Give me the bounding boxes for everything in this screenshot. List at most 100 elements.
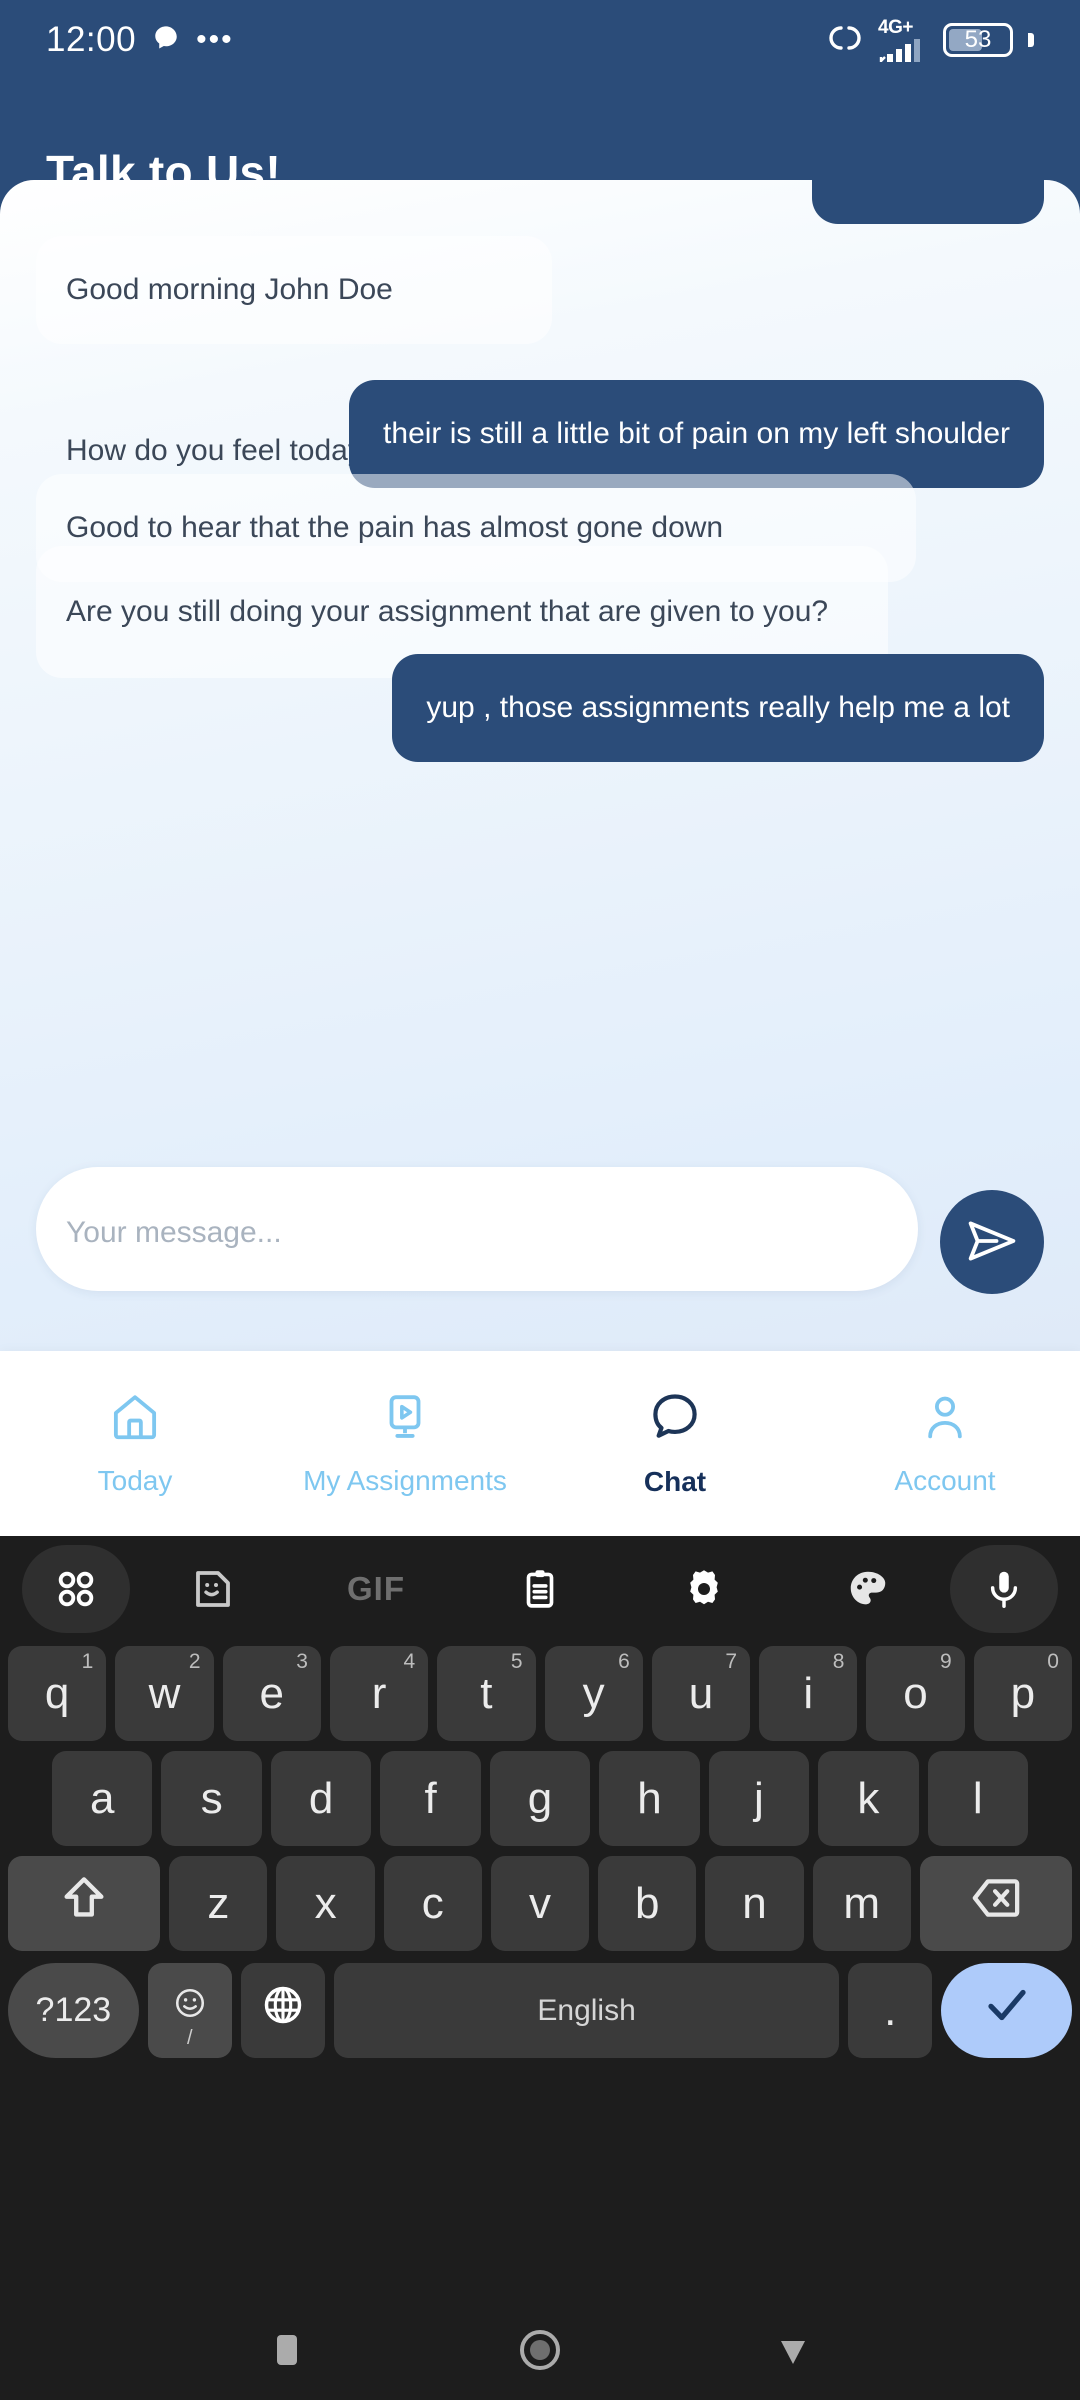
nav-item-chat[interactable]: Chat — [540, 1389, 810, 1498]
sticker-icon[interactable] — [130, 1545, 294, 1633]
key-m[interactable]: m — [812, 1856, 911, 1951]
key-label: q — [44, 1668, 70, 1718]
key-hint: 1 — [81, 1650, 94, 1673]
key-hint: 0 — [1047, 1650, 1059, 1673]
send-button[interactable] — [940, 1190, 1044, 1294]
chat-bubble-outgoing[interactable]: their is still a little bit of pain on m… — [349, 380, 1044, 488]
key-f[interactable]: f — [380, 1751, 481, 1846]
back-button[interactable] — [748, 2307, 838, 2397]
key-i[interactable]: 8i — [759, 1646, 858, 1741]
nav-item-my-assignments[interactable]: My Assignments — [270, 1390, 540, 1497]
key-hint: 4 — [403, 1650, 416, 1673]
key-label: w — [148, 1668, 181, 1718]
key-g[interactable]: g — [489, 1751, 591, 1846]
palette-icon[interactable] — [786, 1545, 950, 1633]
key-n[interactable]: n — [705, 1856, 804, 1951]
key-l[interactable]: l — [927, 1751, 1028, 1846]
key-b[interactable]: b — [598, 1856, 697, 1951]
backspace-icon — [969, 1871, 1023, 1936]
nav-item-account[interactable]: Account — [810, 1390, 1080, 1497]
enter-key[interactable] — [941, 1963, 1072, 2058]
key-j[interactable]: j — [708, 1751, 810, 1846]
shift-key[interactable] — [8, 1856, 161, 1951]
person-icon — [918, 1390, 972, 1449]
checkmark-icon — [981, 1979, 1033, 2042]
key-k[interactable]: k — [818, 1751, 919, 1846]
chat-bubble-icon — [152, 24, 180, 57]
message-input[interactable] — [36, 1167, 918, 1291]
nav-label-today: Today — [97, 1465, 173, 1496]
android-navigation-bar — [0, 2304, 1080, 2400]
chat-bubble-incoming[interactable]: Good morning John Doe — [36, 236, 552, 344]
key-z[interactable]: z — [169, 1856, 268, 1951]
status-clock: 12:00 — [46, 20, 137, 59]
status-bar-right: 4G+ 53 — [825, 18, 1034, 63]
send-paper-plane-icon — [965, 1214, 1019, 1271]
emoji-smiley-icon — [173, 1981, 207, 2031]
key-d[interactable]: d — [270, 1751, 372, 1846]
globe-icon — [261, 1983, 305, 2038]
period-key[interactable]: . — [848, 1963, 933, 2058]
nav-label-account: Account — [894, 1465, 996, 1496]
key-hint: 6 — [618, 1650, 630, 1673]
symbols-key[interactable]: ?123 — [8, 1963, 139, 2058]
key-h[interactable]: h — [599, 1751, 700, 1846]
battery-indicator: 53 — [943, 23, 1013, 57]
key-s[interactable]: s — [161, 1751, 262, 1846]
chat-bubble-clipped[interactable] — [812, 180, 1044, 224]
on-screen-keyboard: GIF 1 q 2 w 3 e 4 r 5 t 6 y 7 u 8 i 9 o … — [0, 1536, 1080, 2304]
home-button[interactable] — [495, 2307, 585, 2397]
gear-icon[interactable] — [622, 1545, 786, 1633]
key-label: p — [1010, 1668, 1036, 1718]
key-x[interactable]: x — [276, 1856, 375, 1951]
keyboard-row-2: a s d f g h j k l — [0, 1751, 1080, 1846]
gif-icon[interactable]: GIF — [294, 1545, 458, 1633]
key-q[interactable]: 1q — [8, 1646, 107, 1741]
keyboard-row-4: ?123 / English . — [0, 1963, 1080, 2058]
key-hint: 7 — [725, 1650, 738, 1673]
clipboard-icon[interactable] — [458, 1545, 622, 1633]
key-label: e — [259, 1668, 284, 1718]
circle-home-icon — [515, 2325, 565, 2380]
video-monitor-icon — [378, 1390, 432, 1449]
key-u[interactable]: 7u — [651, 1646, 751, 1741]
microphone-icon[interactable] — [950, 1544, 1058, 1633]
key-hint: 3 — [296, 1650, 308, 1673]
key-o[interactable]: 9o — [866, 1646, 965, 1741]
language-key[interactable] — [240, 1963, 326, 2058]
backspace-key[interactable] — [919, 1856, 1072, 1951]
gif-label: GIF — [347, 1569, 405, 1607]
shift-up-arrow-icon — [58, 1872, 110, 1935]
key-label: r — [371, 1668, 387, 1718]
apps-grid-icon[interactable] — [22, 1544, 130, 1633]
recents-button[interactable] — [242, 2307, 332, 2397]
key-w[interactable]: 2w — [115, 1646, 214, 1741]
keyboard-row-3: z x c v b n m — [0, 1856, 1080, 1951]
app-screen: 12:00 ••• 4G+ 53 Talk to Us! Good mornin… — [0, 0, 1080, 1536]
bottom-navigation: Today My Assignments Chat Account — [0, 1351, 1080, 1536]
key-label: u — [688, 1668, 714, 1718]
emoji-key[interactable]: / — [147, 1963, 232, 2058]
key-a[interactable]: a — [52, 1751, 153, 1846]
key-t[interactable]: 5t — [437, 1646, 536, 1741]
link-chain-icon — [825, 23, 865, 58]
key-hint: 5 — [510, 1650, 523, 1673]
chat-bubble-icon — [647, 1389, 703, 1450]
chat-bubble-outgoing[interactable]: yup , those assignments really help me a… — [392, 654, 1044, 762]
network-type-label: 4G+ — [878, 16, 913, 38]
emoji-key-sublabel: / — [187, 2027, 193, 2049]
key-c[interactable]: c — [383, 1856, 482, 1951]
key-label: y — [582, 1668, 605, 1718]
key-label: o — [903, 1668, 928, 1718]
key-v[interactable]: v — [490, 1856, 590, 1951]
key-y[interactable]: 6y — [544, 1646, 643, 1741]
key-label: t — [480, 1668, 493, 1718]
triangle-back-icon — [771, 2328, 815, 2377]
key-p[interactable]: 0p — [973, 1646, 1072, 1741]
key-r[interactable]: 4r — [329, 1646, 429, 1741]
signal-bars-icon: 4G+ — [878, 18, 930, 63]
nav-item-today[interactable]: Today — [0, 1390, 270, 1497]
space-key[interactable]: English — [334, 1963, 840, 2058]
keyboard-row-1: 1q 2w 3e 4r 5t 6y 7u 8i 9o 0p — [0, 1646, 1080, 1741]
key-e[interactable]: 3e — [222, 1646, 321, 1741]
